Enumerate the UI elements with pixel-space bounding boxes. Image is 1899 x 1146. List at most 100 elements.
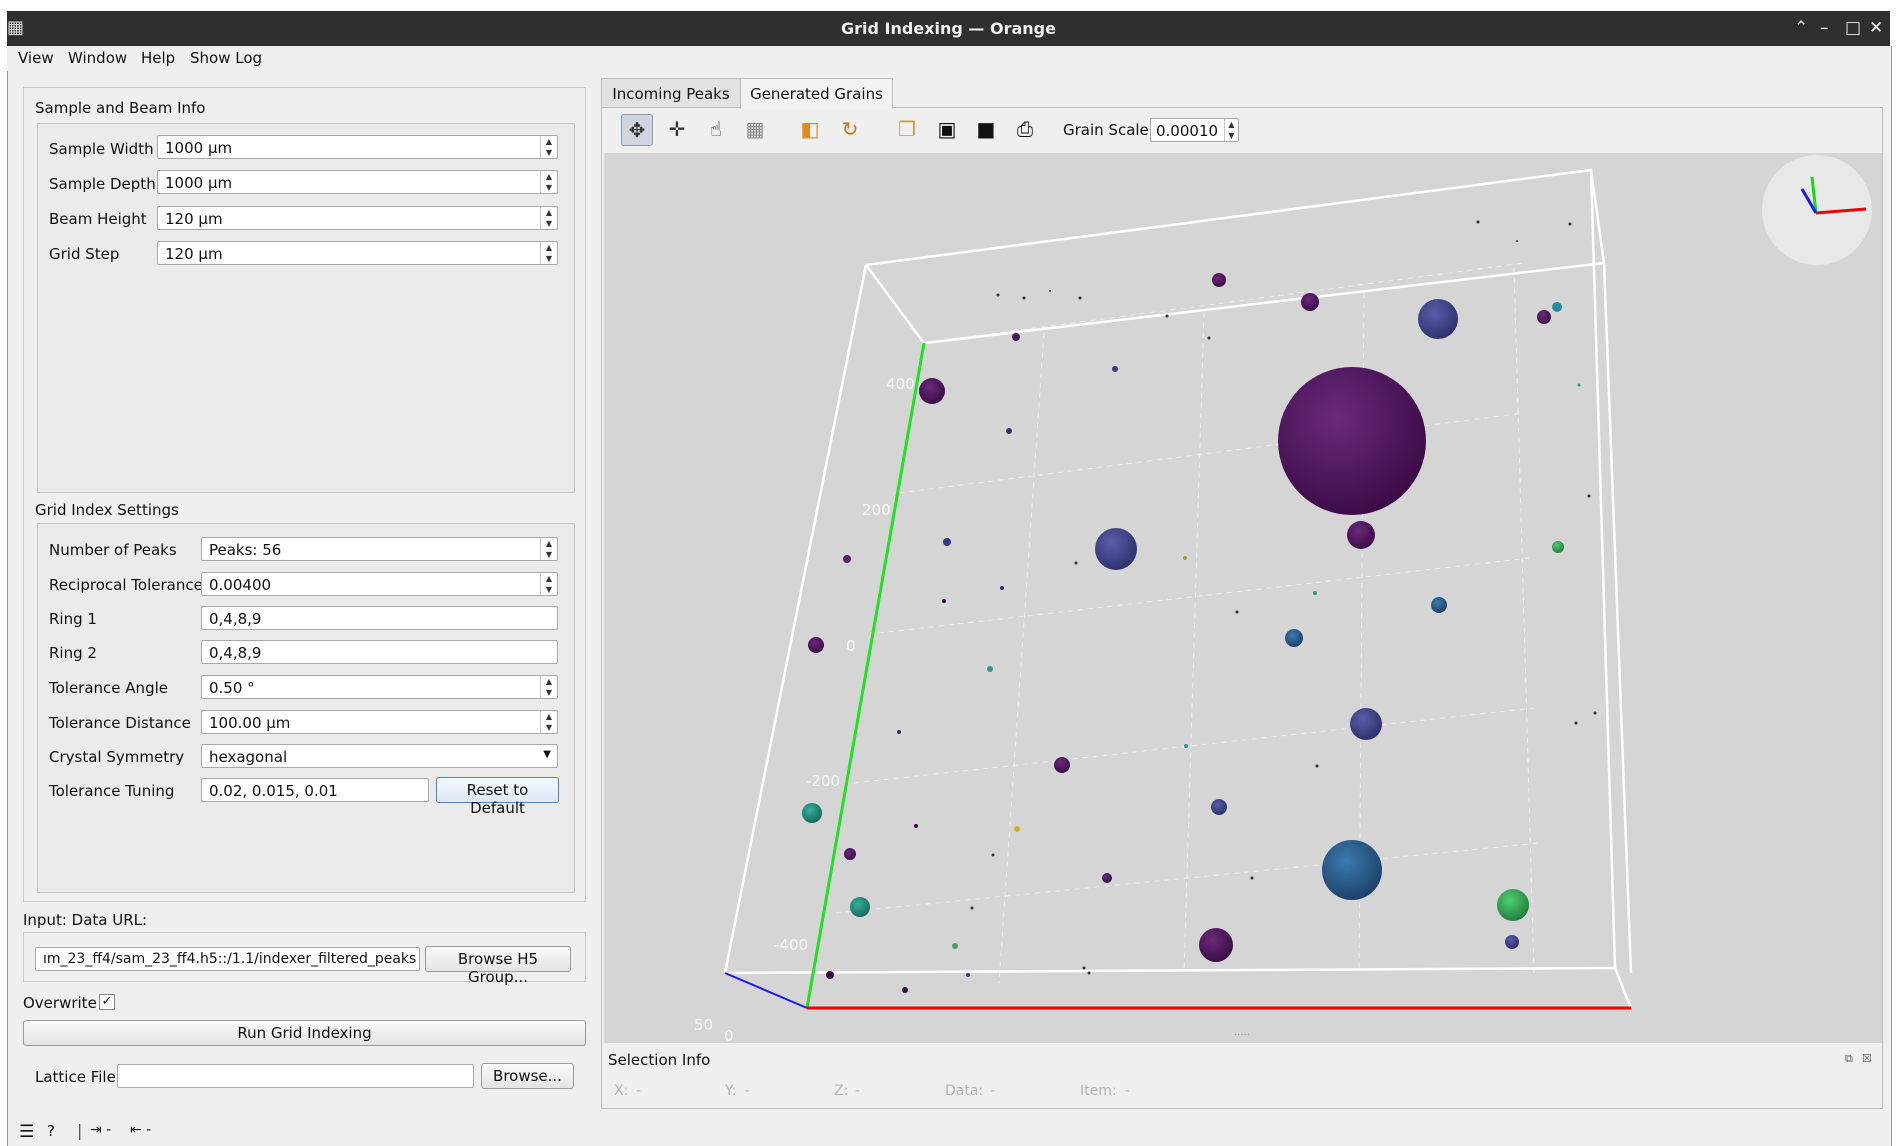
grain-sphere bbox=[1184, 744, 1188, 748]
selection-y-label: Y: bbox=[725, 1083, 737, 1099]
hand-icon[interactable]: ☝ bbox=[700, 114, 732, 146]
run-grid-indexing-button[interactable]: Run Grid Indexing bbox=[23, 1020, 586, 1046]
camera-icon[interactable]: ■ bbox=[970, 114, 1002, 146]
tab-generated-grains[interactable]: Generated Grains bbox=[740, 78, 893, 109]
reset-to-default-button[interactable]: Reset to Default bbox=[436, 777, 559, 817]
grain-sphere bbox=[1183, 556, 1187, 560]
tolerance-tuning-input[interactable]: 0.02, 0.015, 0.01 bbox=[201, 778, 429, 802]
grain-sphere bbox=[1095, 528, 1137, 570]
chevron-down-icon: ▼ bbox=[543, 749, 551, 760]
selection-z-value: - bbox=[855, 1083, 861, 1099]
z-axis-line bbox=[724, 972, 808, 1009]
selection-data-label: Data: bbox=[945, 1083, 984, 1099]
grain-sphere bbox=[1313, 591, 1317, 595]
ring2-label: Ring 2 bbox=[49, 644, 97, 662]
lattice-file-input[interactable] bbox=[117, 1064, 474, 1088]
menu-show-log[interactable]: Show Log bbox=[190, 49, 262, 67]
title-bar: ▦ Grid Indexing — Orange ⌃ – □ ✕ bbox=[7, 11, 1890, 46]
grain-sphere bbox=[1497, 889, 1529, 921]
grain-sphere bbox=[1014, 826, 1020, 832]
grain-sphere bbox=[1006, 428, 1012, 434]
grid-step-label: Grid Step bbox=[49, 245, 120, 263]
tolerance-distance-spinbox[interactable]: 100.00 µm ▲ ▼ bbox=[201, 710, 558, 734]
overwrite-checkbox[interactable]: ✓ bbox=[99, 994, 115, 1010]
help-icon[interactable]: ? bbox=[47, 1122, 55, 1140]
tick-label: 200 bbox=[862, 501, 891, 519]
input-url-label: Input: Data URL: bbox=[23, 911, 148, 929]
grain-sphere bbox=[1285, 629, 1303, 647]
input-signal-icon[interactable]: ⇥ - bbox=[90, 1122, 111, 1138]
grid-lines bbox=[835, 262, 1540, 984]
grid-index-title: Grid Index Settings bbox=[35, 501, 179, 519]
tab-incoming-peaks[interactable]: Incoming Peaks bbox=[601, 78, 741, 108]
tick-label: 0 bbox=[724, 1027, 734, 1043]
grain-sphere bbox=[1054, 757, 1070, 773]
pan-icon[interactable]: ✛ bbox=[661, 114, 693, 146]
cube-icon[interactable]: ◧ bbox=[794, 114, 826, 146]
grain-sphere bbox=[808, 637, 824, 653]
undock-icon[interactable]: ⧉ bbox=[1845, 1052, 1853, 1066]
output-signal-icon[interactable]: ⇤ - bbox=[130, 1122, 151, 1138]
selection-data-value: - bbox=[990, 1083, 996, 1099]
reciprocal-tolerance-spinbox[interactable]: 0.00400 ▲ ▼ bbox=[201, 572, 558, 596]
chevron-up-icon[interactable]: ⌃ bbox=[1794, 18, 1808, 38]
crystal-symmetry-label: Crystal Symmetry bbox=[49, 748, 185, 766]
grain-sphere bbox=[1350, 708, 1382, 740]
input-url-field[interactable]: ım_23_ff4/sam_23_ff4.h5::/1.1/indexer_fi… bbox=[35, 947, 420, 971]
tolerance-tuning-label: Tolerance Tuning bbox=[49, 782, 175, 800]
tick-label: -200 bbox=[806, 772, 840, 790]
bounding-box bbox=[723, 168, 1633, 1009]
hamburger-icon[interactable]: ☰ bbox=[19, 1122, 34, 1142]
browse-button[interactable]: Browse... bbox=[481, 1063, 574, 1089]
grain-sphere bbox=[1552, 541, 1564, 553]
ring2-input[interactable]: 0,4,8,9 bbox=[201, 640, 558, 664]
ring1-label: Ring 1 bbox=[49, 610, 97, 628]
menu-window[interactable]: Window bbox=[68, 49, 127, 67]
number-of-peaks-spinbox[interactable]: Peaks: 56 ▲ ▼ bbox=[201, 537, 558, 561]
sample-width-spinbox[interactable]: 1000 µm ▲ ▼ bbox=[157, 135, 558, 159]
selection-item-value: - bbox=[1125, 1083, 1131, 1099]
grain-sphere bbox=[844, 848, 856, 860]
beam-height-spinbox[interactable]: 120 µm ▲ ▼ bbox=[157, 206, 558, 230]
grain-sphere bbox=[843, 555, 851, 563]
tolerance-angle-spinbox[interactable]: 0.50 ° ▲ ▼ bbox=[201, 675, 558, 699]
3d-plot-viewport[interactable]: 400 200 0 -200 -400 50 0 ····· bbox=[604, 153, 1882, 1043]
copy-icon[interactable]: ❐ bbox=[891, 114, 923, 146]
grain-sphere bbox=[1211, 799, 1227, 815]
browse-h5-group-button[interactable]: Browse H5 Group... bbox=[425, 946, 571, 986]
grain-sphere bbox=[1301, 293, 1319, 311]
minimize-icon[interactable]: – bbox=[1820, 18, 1829, 38]
selection-z-label: Z: bbox=[834, 1083, 849, 1099]
print-icon[interactable]: ⎙ bbox=[1009, 114, 1041, 146]
menu-view[interactable]: View bbox=[18, 49, 54, 67]
maximize-icon[interactable]: □ bbox=[1845, 18, 1861, 38]
crystal-symmetry-select[interactable]: hexagonal ▼ bbox=[201, 744, 558, 768]
grain-sphere bbox=[1552, 302, 1562, 312]
grain-sphere bbox=[943, 538, 951, 546]
overwrite-label: Overwrite bbox=[23, 994, 97, 1012]
tolerance-angle-label: Tolerance Angle bbox=[49, 679, 168, 697]
plane-icon[interactable]: ▦ bbox=[739, 114, 771, 146]
grid-step-spinbox[interactable]: 120 µm ▲ ▼ bbox=[157, 241, 558, 265]
grain-sphere bbox=[897, 730, 901, 734]
grain-sphere bbox=[1212, 273, 1226, 287]
close-panel-icon[interactable]: ☒ bbox=[1862, 1052, 1872, 1065]
grain-sphere bbox=[914, 824, 918, 828]
close-icon[interactable]: ✕ bbox=[1869, 18, 1883, 38]
splitter-handle[interactable]: ····· bbox=[1234, 1030, 1250, 1041]
grain-sphere bbox=[987, 666, 993, 672]
grain-sphere bbox=[952, 943, 958, 949]
selection-x-label: X: bbox=[614, 1083, 629, 1099]
sample-depth-spinbox[interactable]: 1000 µm ▲ ▼ bbox=[157, 170, 558, 194]
grain-sphere bbox=[1112, 366, 1118, 372]
sample-depth-label: Sample Depth bbox=[49, 175, 156, 193]
rotate-icon[interactable]: ✥ bbox=[621, 114, 653, 146]
save-icon[interactable]: ▣ bbox=[931, 114, 963, 146]
ring1-input[interactable]: 0,4,8,9 bbox=[201, 606, 558, 630]
tick-label: 0 bbox=[846, 637, 856, 655]
divider: | bbox=[77, 1121, 83, 1140]
menu-help[interactable]: Help bbox=[141, 49, 175, 67]
revolve-icon[interactable]: ↻ bbox=[834, 114, 866, 146]
grain-scale-spinbox[interactable]: 0.00010 ▲ ▼ bbox=[1150, 118, 1239, 142]
grain-sphere bbox=[942, 599, 946, 603]
